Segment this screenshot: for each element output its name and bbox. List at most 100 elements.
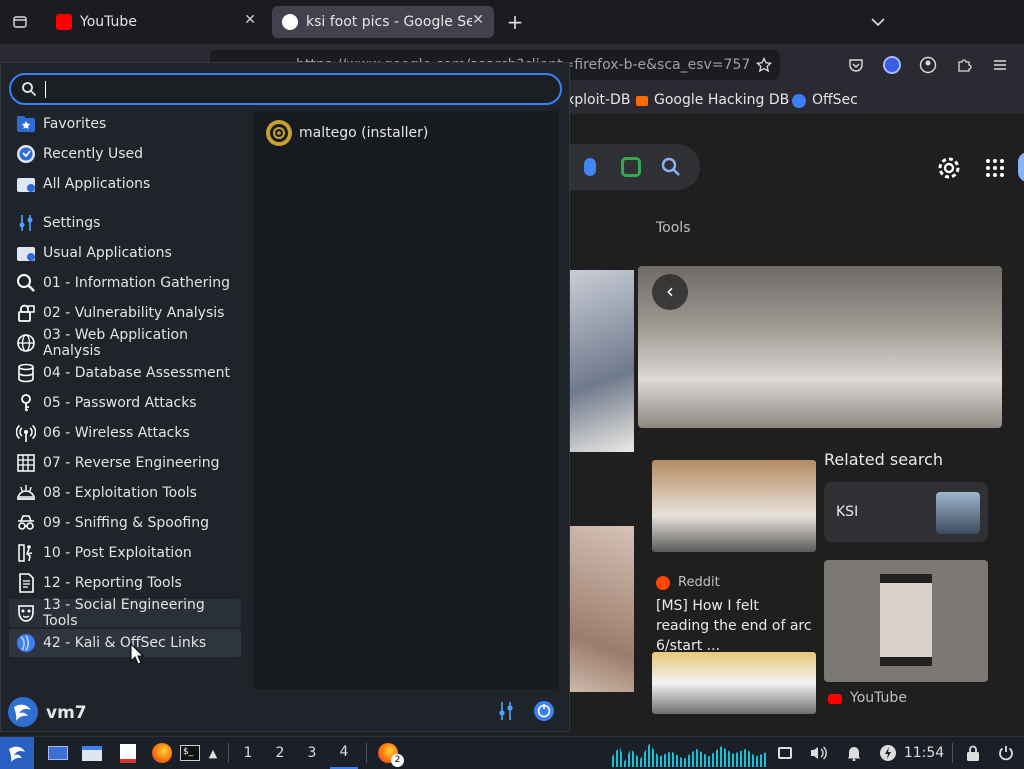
related-search-chip[interactable]: KSI xyxy=(824,482,988,542)
category-usual-applications[interactable]: Usual Applications xyxy=(9,239,241,267)
runner-icon xyxy=(15,542,37,564)
text-editor-icon[interactable] xyxy=(116,737,140,769)
document-icon xyxy=(15,572,37,594)
category-recently-used[interactable]: Recently Used xyxy=(9,140,241,168)
category-reporting-tools[interactable]: 12 - Reporting Tools xyxy=(9,569,241,597)
image-result-thumb[interactable] xyxy=(652,652,816,714)
image-result-thumb[interactable] xyxy=(824,560,988,682)
menu-search-input[interactable] xyxy=(9,73,562,105)
tab-youtube[interactable]: YouTube ✕ xyxy=(46,6,266,38)
category-kali-offsec-links[interactable]: 42 - Kali & OffSec Links xyxy=(9,629,241,657)
category-label: All Applications xyxy=(43,176,151,192)
avatar[interactable] xyxy=(1018,152,1024,182)
desktop-icon[interactable] xyxy=(46,737,70,769)
account-icon[interactable] xyxy=(916,50,940,80)
settings-manager-icon[interactable] xyxy=(495,700,517,722)
separator xyxy=(366,743,367,763)
workspace-2[interactable]: 2 xyxy=(268,737,292,769)
extension-icon[interactable] xyxy=(880,50,904,80)
category-label: 12 - Reporting Tools xyxy=(43,575,182,591)
video-frame xyxy=(880,574,932,666)
screen-icon[interactable] xyxy=(774,737,796,769)
power-manager-icon[interactable] xyxy=(876,737,900,769)
browser-tab-bar: YouTube ✕ ksi foot pics - Google Sea ✕ + xyxy=(0,0,1024,44)
category-label: 13 - Social Engineering Tools xyxy=(43,597,205,629)
result-source: YouTube xyxy=(850,690,907,706)
lock-icon xyxy=(15,302,37,324)
clock-icon xyxy=(15,143,37,165)
bookmark-star-icon[interactable] xyxy=(752,50,776,80)
bookmark-google-hacking-db[interactable]: Google Hacking DB xyxy=(654,92,789,108)
bookmark-offsec[interactable]: OffSec xyxy=(812,92,858,108)
apps-grid-icon[interactable] xyxy=(985,158,1005,178)
category-exploitation-tools[interactable]: 08 - Exploitation Tools xyxy=(9,479,241,507)
image-result-thumb[interactable] xyxy=(652,460,816,552)
tab-google-search[interactable]: ksi foot pics - Google Sea ✕ xyxy=(272,6,494,38)
category-sniffing-spoofing[interactable]: 09 - Sniffing & Spoofing xyxy=(9,509,241,537)
category-favorites[interactable]: Favorites xyxy=(9,110,241,138)
kali-menu-button[interactable] xyxy=(0,737,34,769)
mask-icon xyxy=(15,602,37,624)
hamburger-menu-icon[interactable] xyxy=(988,50,1012,80)
image-result-thumb[interactable] xyxy=(570,270,634,452)
volume-icon[interactable] xyxy=(806,737,830,769)
category-settings[interactable]: Settings xyxy=(9,209,241,237)
workspace-1[interactable]: 1 xyxy=(236,737,260,769)
category-label: 08 - Exploitation Tools xyxy=(43,485,197,501)
category-wireless-attacks[interactable]: 06 - Wireless Attacks xyxy=(9,419,241,447)
voice-search-icon[interactable] xyxy=(584,158,596,176)
search-icon[interactable] xyxy=(660,156,682,178)
category-vulnerability-analysis[interactable]: 02 - Vulnerability Analysis xyxy=(9,299,241,327)
taskbar: $_ ▲ 1 2 3 4 2 11:54 xyxy=(0,736,1024,769)
image-result-thumb[interactable] xyxy=(570,526,634,692)
category-label: Recently Used xyxy=(43,146,144,162)
clock[interactable]: 11:54 xyxy=(902,737,946,769)
file-manager-icon[interactable] xyxy=(80,737,104,769)
power-icon[interactable] xyxy=(994,737,1018,769)
settings-gear-icon[interactable] xyxy=(937,156,961,180)
tools-button[interactable]: Tools xyxy=(656,220,691,236)
kali-dragon-icon xyxy=(15,632,37,654)
category-social-engineering-tools[interactable]: 13 - Social Engineering Tools xyxy=(9,597,241,629)
new-tab-icon[interactable]: + xyxy=(503,6,527,38)
chevron-down-icon[interactable] xyxy=(866,6,890,38)
category-reverse-engineering[interactable]: 07 - Reverse Engineering xyxy=(9,449,241,477)
category-label: Usual Applications xyxy=(43,245,172,261)
notification-bell-icon[interactable] xyxy=(842,737,866,769)
workspace-4[interactable]: 4 xyxy=(330,737,358,769)
close-tab-icon[interactable]: ✕ xyxy=(472,12,484,28)
lock-screen-icon[interactable] xyxy=(962,737,984,769)
bookmark-exploit-db[interactable]: xploit-DB xyxy=(566,92,630,108)
magnifier-icon xyxy=(15,272,37,294)
extensions-puzzle-icon[interactable] xyxy=(952,50,976,80)
separator xyxy=(952,743,953,763)
terminal-icon[interactable]: $_ xyxy=(178,737,202,769)
category-database-assessment[interactable]: 04 - Database Assessment xyxy=(9,359,241,387)
category-label: 09 - Sniffing & Spoofing xyxy=(43,515,210,531)
separator xyxy=(228,743,229,763)
category-web-application-analysis[interactable]: 03 - Web Application Analysis xyxy=(9,327,241,359)
folder-icon xyxy=(15,242,37,264)
image-preview[interactable] xyxy=(638,266,1002,428)
lens-search-icon[interactable] xyxy=(621,157,641,177)
category-post-exploitation[interactable]: 10 - Post Exploitation xyxy=(9,539,241,567)
pocket-icon[interactable] xyxy=(844,50,868,80)
firefox-icon[interactable] xyxy=(150,737,174,769)
result-title[interactable]: [MS] How I felt reading the end of arc 6… xyxy=(656,596,816,656)
chevron-up-icon[interactable]: ▲ xyxy=(204,737,222,769)
close-tab-icon[interactable]: ✕ xyxy=(244,12,256,28)
spy-icon xyxy=(15,512,37,534)
log-out-icon[interactable] xyxy=(533,700,555,722)
window-group-icon[interactable]: 2 xyxy=(374,737,404,769)
application-menu: Favorites Recently Used All Applications… xyxy=(0,62,570,732)
app-item-maltego[interactable]: maltego (installer) xyxy=(265,119,428,147)
category-password-attacks[interactable]: 05 - Password Attacks xyxy=(9,389,241,417)
folder-icon xyxy=(15,173,37,195)
mouse-pointer-icon xyxy=(130,643,144,665)
tab-overview-icon[interactable] xyxy=(8,6,32,38)
user-avatar xyxy=(7,696,39,728)
workspace-3[interactable]: 3 xyxy=(300,737,324,769)
previous-chevron-icon[interactable]: ‹ xyxy=(652,274,688,310)
category-information-gathering[interactable]: 01 - Information Gathering xyxy=(9,269,241,297)
category-all-applications[interactable]: All Applications xyxy=(9,170,241,198)
